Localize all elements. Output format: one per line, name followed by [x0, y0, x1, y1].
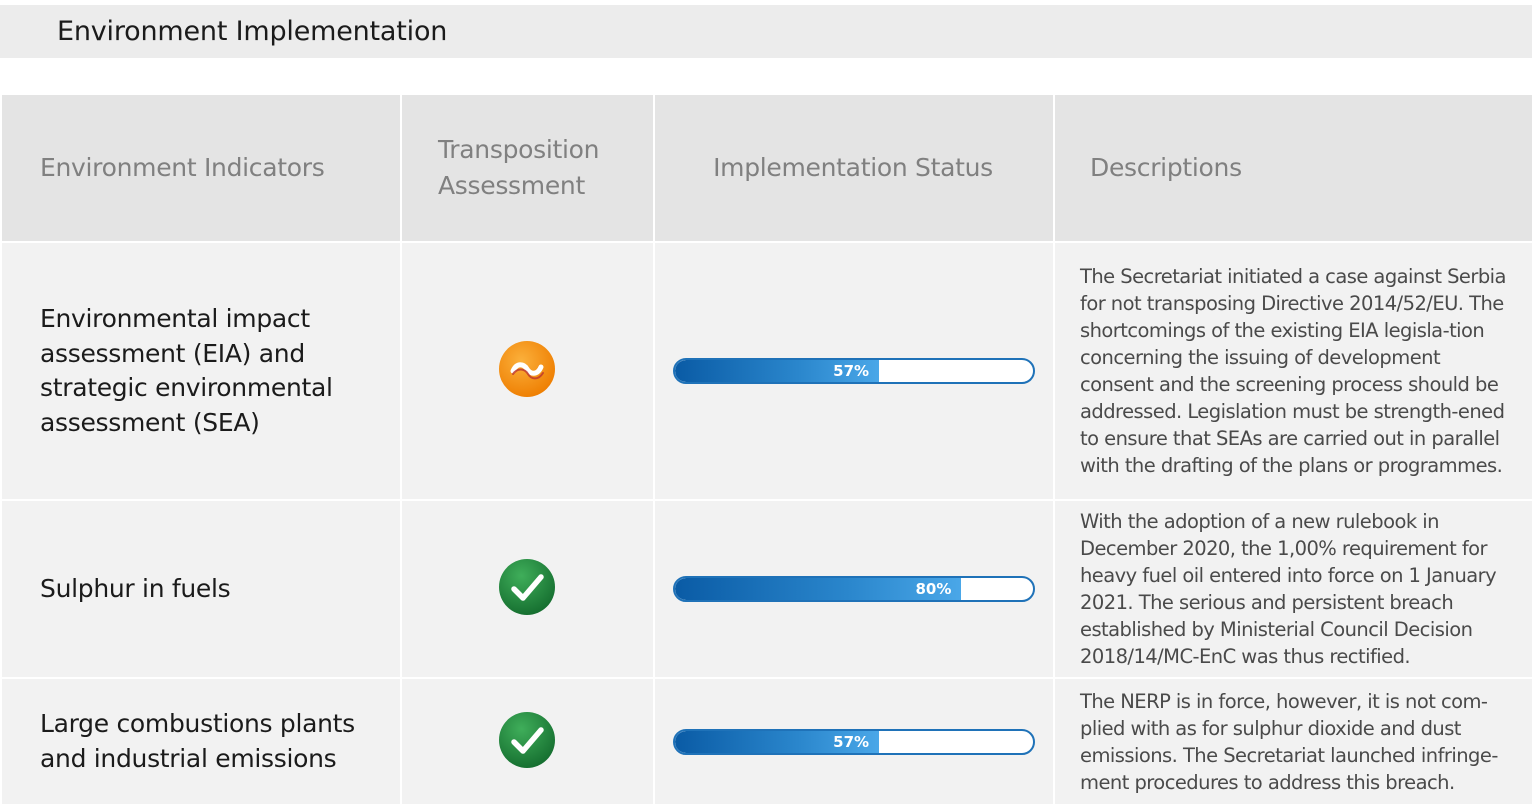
header-transposition-label: Transposition Assessment	[438, 135, 600, 200]
implementation-cell: 57%	[653, 241, 1055, 501]
progress-bar: 57%	[673, 358, 1035, 384]
progress-label: 80%	[915, 580, 952, 598]
title-bar: Environment Implementation	[0, 5, 1532, 58]
header-transposition-assessment: Transposition Assessment	[400, 93, 655, 243]
progress-fill: 57%	[675, 360, 880, 382]
header-environment-indicators: Environment Indicators	[0, 93, 402, 243]
progress-label: 57%	[833, 732, 870, 751]
transposition-cell	[400, 677, 655, 806]
page-title: Environment Implementation	[57, 16, 448, 47]
transposition-cell	[400, 499, 655, 679]
partial-tilde-icon	[498, 340, 556, 398]
progress-fill: 80%	[675, 578, 962, 600]
transposition-cell	[400, 241, 655, 501]
checkmark-icon	[498, 711, 556, 769]
header-implementation-status: Implementation Status	[653, 93, 1055, 243]
table-row: Sulphur in fuels 80% With the adoption o…	[0, 499, 1532, 679]
table-header-row: Environment Indicators Transposition Ass…	[0, 93, 1532, 243]
table-row: Large combustions plants and industrial …	[0, 677, 1532, 806]
indicator-name: Large combustions plants and industrial …	[0, 677, 402, 806]
indicator-name: Environmental impact assessment (EIA) an…	[0, 241, 402, 501]
progress-label: 57%	[833, 362, 870, 380]
indicator-name: Sulphur in fuels	[0, 499, 402, 679]
checkmark-icon	[498, 558, 556, 616]
progress-fill: 57%	[675, 730, 880, 753]
table-row: Environmental impact assessment (EIA) an…	[0, 241, 1532, 501]
progress-bar: 57%	[673, 728, 1035, 755]
indicators-table: Environment Indicators Transposition Ass…	[0, 93, 1532, 806]
header-descriptions: Descriptions	[1053, 93, 1532, 243]
description-cell: The NERP is in force, however, it is not…	[1053, 677, 1532, 806]
description-cell: With the adoption of a new rulebook in D…	[1053, 499, 1532, 679]
indicator-label: Environmental impact assessment (EIA) an…	[40, 304, 333, 437]
implementation-cell: 80%	[653, 499, 1055, 679]
implementation-cell: 57%	[653, 677, 1055, 806]
indicator-label: Large combustions plants and industrial …	[40, 709, 355, 773]
description-cell: The Secretariat initiated a case against…	[1053, 241, 1532, 501]
progress-bar: 80%	[673, 576, 1035, 602]
